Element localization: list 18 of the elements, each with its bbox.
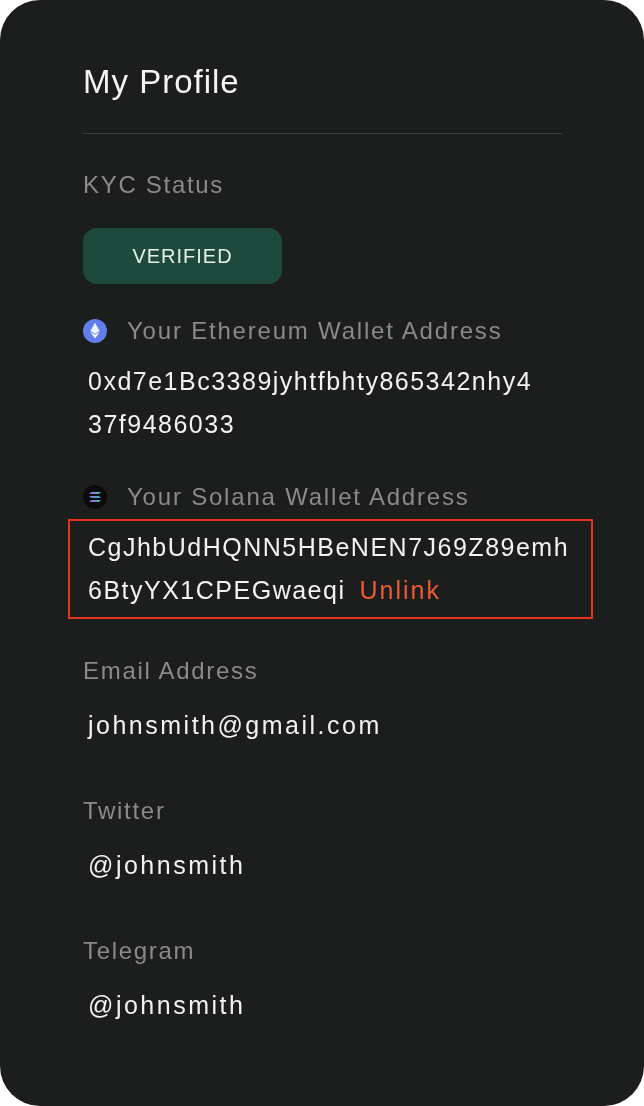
field-label: Telegram: [83, 936, 196, 966]
field-value: johnsmith@gmail.com: [88, 710, 382, 741]
ethereum-icon: [83, 319, 107, 343]
wallet-address: 0xd7e1Bc3389jyhtfbhty865342nhy4: [88, 366, 533, 397]
wallet-address: 37f9486033: [88, 409, 236, 440]
status-badge: VERIFIED: [83, 228, 282, 284]
field-label: Your Solana Wallet Address: [127, 482, 470, 512]
wallet-address: CgJhbUdHQNN5HBeNEN7J69Z89emh: [88, 532, 570, 563]
unlink-link[interactable]: Unlink: [359, 569, 441, 612]
field-label: Twitter: [83, 796, 166, 826]
page-title: My Profile: [83, 62, 240, 102]
wallet-address: 6BtyYX1CPEGwaeqi: [88, 575, 346, 606]
field-value: @johnsmith: [88, 990, 246, 1021]
solana-icon: [83, 485, 107, 509]
field-value: @johnsmith: [88, 850, 246, 881]
field-label: KYC Status: [83, 170, 225, 200]
field-label: Your Ethereum Wallet Address: [127, 316, 503, 346]
field-label: Email Address: [83, 656, 259, 686]
